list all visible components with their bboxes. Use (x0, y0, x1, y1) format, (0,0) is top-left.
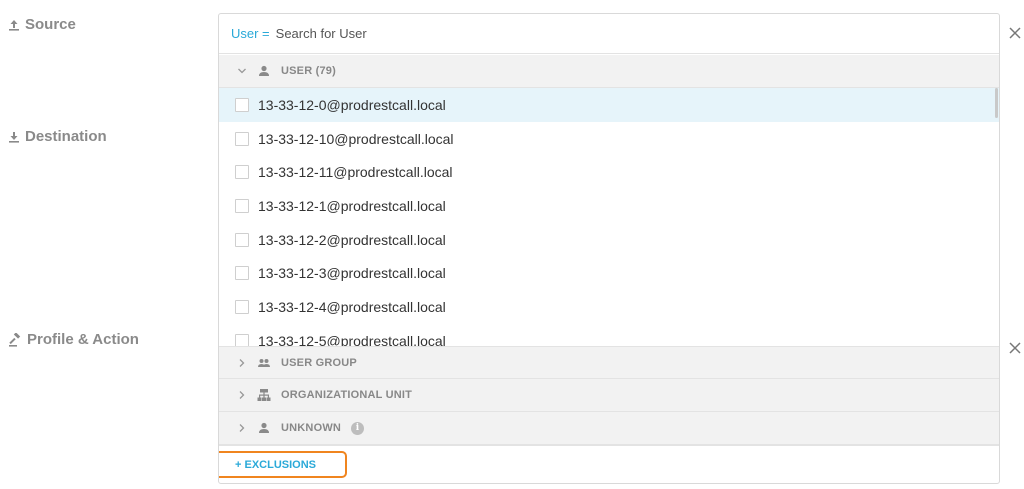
download-icon (8, 131, 20, 143)
chevron-right-icon (239, 358, 245, 367)
group-header-unknown[interactable]: UNKNOWN i (219, 412, 999, 445)
checkbox[interactable] (235, 333, 249, 346)
list-item-label: 13-33-12-10@prodrestcall.local (258, 130, 454, 147)
source-label: Source (8, 16, 76, 33)
list-item[interactable]: 13-33-12-4@prodrestcall.local (219, 290, 999, 324)
close-icon[interactable] (1007, 25, 1023, 41)
info-icon[interactable]: i (351, 421, 365, 435)
list-item[interactable]: 13-33-12-11@prodrestcall.local (219, 155, 999, 189)
list-item[interactable]: 13-33-12-0@prodrestcall.local (219, 88, 999, 122)
user-icon (259, 65, 269, 76)
group-header-label: USER GROUP (281, 356, 357, 369)
gavel-icon (8, 332, 22, 347)
add-exclusions-button[interactable]: + EXCLUSIONS (219, 451, 347, 478)
chevron-down-icon (238, 68, 246, 74)
checkbox[interactable] (235, 198, 249, 213)
group-header-label: USER (79) (281, 65, 336, 77)
source-label-text: Source (25, 16, 76, 33)
user-icon (259, 422, 269, 433)
chevron-right-icon (239, 424, 245, 432)
checkbox[interactable] (235, 165, 249, 180)
list-item[interactable]: 13-33-12-2@prodrestcall.local (219, 223, 999, 257)
checkbox[interactable] (235, 97, 249, 112)
checkbox[interactable] (235, 131, 249, 146)
checkbox[interactable] (235, 232, 249, 247)
checkbox[interactable] (235, 266, 249, 281)
close-icon[interactable] (1007, 340, 1023, 356)
chevron-right-icon (239, 391, 245, 399)
list-item-label: 13-33-12-1@prodrestcall.local (258, 197, 446, 214)
dropdown-footer: + EXCLUSIONS (219, 445, 999, 483)
destination-label: Destination (8, 128, 107, 145)
list-item[interactable]: 13-33-12-1@prodrestcall.local (219, 189, 999, 223)
list-item-label: 13-33-12-2@prodrestcall.local (258, 231, 446, 248)
search-input[interactable] (275, 26, 876, 41)
list-item-label: 13-33-12-0@prodrestcall.local (258, 96, 446, 113)
search-filter-prefix: User = (231, 26, 270, 41)
profile-action-label-text: Profile & Action (27, 331, 139, 348)
list-item-label: 13-33-12-4@prodrestcall.local (258, 298, 446, 315)
org-chart-icon (257, 389, 271, 401)
checkbox[interactable] (235, 299, 249, 314)
destination-label-text: Destination (25, 128, 107, 145)
search-bar: User = (219, 14, 999, 54)
list-item[interactable]: 13-33-12-3@prodrestcall.local (219, 256, 999, 290)
group-header-user[interactable]: USER (79) (219, 55, 999, 88)
list-item-label: 13-33-12-5@prodrestcall.local (258, 332, 446, 346)
group-header-label: ORGANIZATIONAL UNIT (281, 389, 413, 401)
users-icon (258, 358, 270, 367)
list-item-label: 13-33-12-11@prodrestcall.local (258, 164, 453, 181)
group-header-user-group[interactable]: USER GROUP (219, 346, 999, 379)
list-item[interactable]: 13-33-12-10@prodrestcall.local (219, 122, 999, 156)
user-list: 13-33-12-0@prodrestcall.local 13-33-12-1… (219, 88, 999, 346)
list-item-label: 13-33-12-3@prodrestcall.local (258, 265, 446, 282)
list-item[interactable]: 13-33-12-5@prodrestcall.local (219, 324, 999, 346)
scrollbar[interactable] (995, 88, 998, 118)
profile-action-label: Profile & Action (8, 331, 139, 348)
user-picker-dropdown: User = USER (79) 13-33-12-0@prodrestcall… (218, 13, 1000, 484)
group-header-label: UNKNOWN (281, 422, 342, 434)
upload-icon (8, 19, 20, 31)
group-header-organizational-unit[interactable]: ORGANIZATIONAL UNIT (219, 379, 999, 412)
